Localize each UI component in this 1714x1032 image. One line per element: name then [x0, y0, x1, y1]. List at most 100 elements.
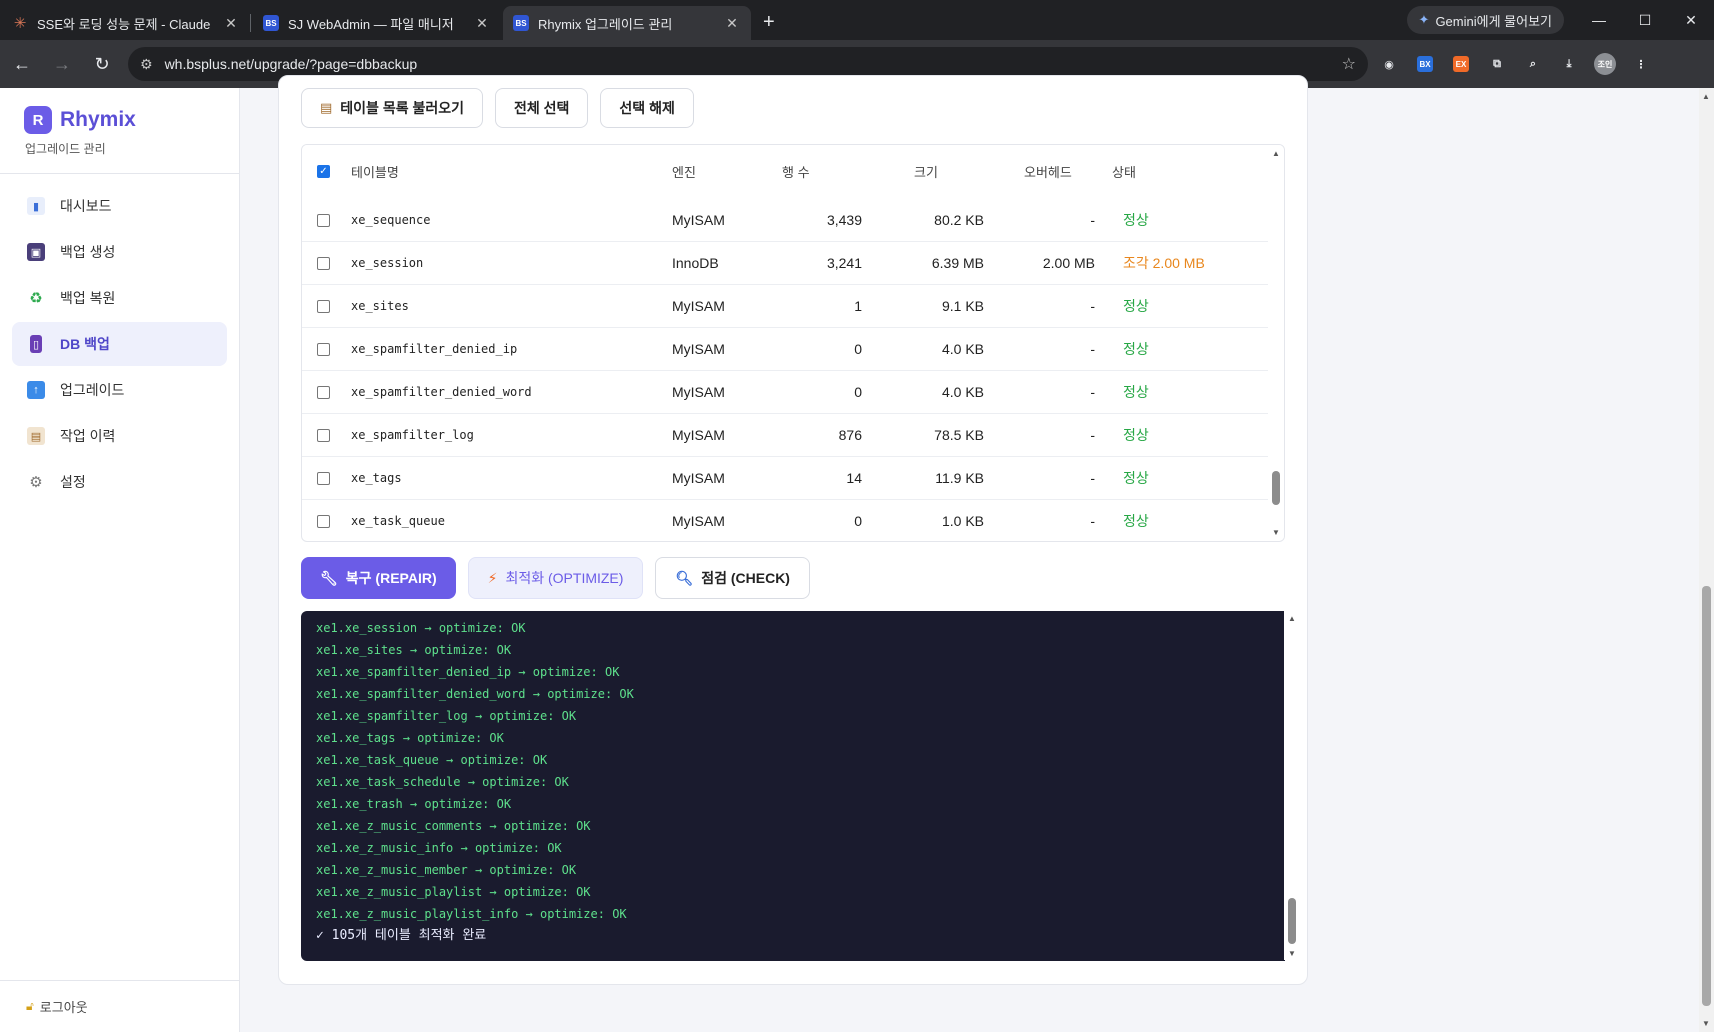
cell-overhead: - [1090, 513, 1095, 529]
browser-tab-rhymix[interactable]: BS Rhymix 업그레이드 관리 ✕ [503, 6, 751, 40]
log-line: xe1.xe_trash → optimize: OK [316, 797, 512, 811]
log-line: xe1.xe_sites → optimize: OK [316, 643, 512, 657]
scroll-thumb[interactable] [1288, 898, 1296, 944]
gemini-button[interactable]: ✦ Gemini에게 물어보기 [1406, 6, 1564, 34]
optimize-button[interactable]: ⚡︎ 최적화 (OPTIMIZE) [467, 557, 644, 599]
scroll-thumb[interactable] [1272, 471, 1280, 505]
cell-name: xe_sequence [351, 213, 431, 227]
row-checkbox[interactable] [317, 385, 330, 399]
unlock-icon: 🔓︎ [26, 999, 34, 1013]
cell-name: xe_session [351, 256, 424, 270]
scroll-thumb[interactable] [1702, 586, 1711, 1006]
cell-engine: MyISAM [672, 341, 725, 357]
deselect-button[interactable]: 선택 해제 [600, 88, 694, 128]
row-checkbox[interactable] [317, 342, 330, 356]
maximize-icon[interactable]: ☐ [1622, 0, 1668, 40]
row-checkbox[interactable] [317, 213, 330, 227]
extension-owl-icon[interactable]: ◉ [1374, 49, 1404, 79]
tab-title: Rhymix 업그레이드 관리 [538, 16, 673, 32]
log-line: xe1.xe_session → optimize: OK [316, 621, 526, 635]
browser-menu-icon[interactable]: ⋮ [1626, 49, 1656, 79]
select-all-button[interactable]: 전체 선택 [495, 88, 589, 128]
tab-title: SJ WebAdmin — 파일 매니저 [288, 16, 454, 32]
table-row: xe_tags MyISAM 14 11.9 KB - 정상 [302, 457, 1270, 500]
cell-overhead: - [1090, 212, 1095, 228]
cell-size: 9.1 KB [941, 298, 984, 314]
sidebar-item-history[interactable]: ▤ 작업 이력 [12, 414, 227, 458]
check-button[interactable]: 🔍︎ 점검 (CHECK) [655, 557, 810, 599]
log-summary: ✓ 105개 테이블 최적화 완료 [316, 928, 487, 943]
cell-engine: InnoDB [672, 255, 719, 271]
console-scrollbar[interactable]: ▲ ▼ [1284, 610, 1300, 960]
database-icon: ▯ [30, 335, 42, 353]
browser-tab-webadmin[interactable]: BS SJ WebAdmin — 파일 매니저 ✕ [253, 6, 501, 40]
sidebar-item-settings[interactable]: ⚙ 설정 [12, 460, 227, 504]
sidebar-item-backup-create[interactable]: ▣ 백업 생성 [12, 230, 227, 274]
claude-icon: ✳ [13, 15, 27, 32]
window-close-icon[interactable]: ✕ [1668, 0, 1714, 40]
profile-avatar[interactable]: 조인 [1590, 49, 1620, 79]
select-all-checkbox[interactable]: ✓ [317, 164, 330, 178]
download-icon[interactable]: ⤓ [1554, 49, 1584, 79]
scroll-up-icon[interactable]: ▲ [1702, 92, 1710, 101]
back-icon[interactable]: ← [4, 46, 40, 82]
scroll-down-icon[interactable]: ▼ [1288, 949, 1296, 958]
sidebar-item-label: 백업 복원 [60, 290, 116, 306]
forward-icon[interactable]: → [44, 46, 80, 82]
row-checkbox[interactable] [317, 299, 330, 313]
table-scrollbar[interactable]: ▲ ▼ [1268, 145, 1284, 541]
row-checkbox[interactable] [317, 428, 330, 442]
extension-ex-icon[interactable]: EX [1446, 49, 1476, 79]
load-tables-button[interactable]: ▤ 테이블 목록 불러오기 [301, 88, 483, 128]
log-line: xe1.xe_tags → optimize: OK [316, 731, 504, 745]
browser-tab-claude[interactable]: ✳ SSE와 로딩 성능 문제 - Claude ✕ [2, 6, 250, 40]
sidebar-item-db-backup[interactable]: ▯ DB 백업 [12, 322, 227, 366]
log-line: xe1.xe_spamfilter_log → optimize: OK [316, 709, 577, 723]
url-text: wh.bsplus.net/upgrade/?page=dbbackup [164, 56, 418, 72]
browser-tab-strip: ✳ SSE와 로딩 성능 문제 - Claude ✕ BS SJ WebAdmi… [0, 0, 1714, 40]
scroll-up-icon[interactable]: ▲ [1272, 149, 1280, 158]
scroll-down-icon[interactable]: ▼ [1702, 1019, 1710, 1028]
cell-size: 11.9 KB [935, 470, 984, 486]
scroll-up-icon[interactable]: ▲ [1288, 614, 1296, 623]
row-checkbox[interactable] [317, 256, 330, 270]
brand: R Rhymix 업그레이드 관리 [0, 88, 239, 157]
site-info-icon[interactable]: ⚙ [140, 56, 153, 73]
close-icon[interactable]: ✕ [473, 15, 491, 32]
row-checkbox[interactable] [317, 471, 330, 485]
table-row: xe_spamfilter_denied_word MyISAM 0 4.0 K… [302, 371, 1270, 414]
page-scrollbar[interactable]: ▲ ▼ [1699, 88, 1714, 1032]
brand-subtitle: 업그레이드 관리 [25, 142, 106, 156]
extensions-puzzle-icon[interactable]: ⧉ [1482, 49, 1512, 79]
table-toolbar: ▤ 테이블 목록 불러오기 전체 선택 선택 해제 [301, 88, 694, 128]
gemini-icon: ✦ [1418, 12, 1430, 27]
cell-name: xe_tags [351, 471, 402, 485]
status-badge: 정상 [1123, 384, 1149, 400]
log-line: xe1.xe_task_schedule → optimize: OK [316, 775, 569, 789]
table-row: xe_sequence MyISAM 3,439 80.2 KB - 정상 [302, 199, 1270, 242]
sidebar-item-dashboard[interactable]: ▮ 대시보드 [12, 184, 227, 228]
reload-icon[interactable]: ↻ [84, 46, 120, 82]
bookmark-star-icon[interactable]: ☆ [1342, 54, 1356, 74]
row-checkbox[interactable] [317, 514, 330, 528]
repair-button[interactable]: 🔧︎ 복구 (REPAIR) [301, 557, 456, 599]
cell-engine: MyISAM [672, 427, 725, 443]
table-row: xe_session InnoDB 3,241 6.39 MB 2.00 MB … [302, 242, 1270, 285]
sidebar-item-upgrade[interactable]: ↑ 업그레이드 [12, 368, 227, 412]
minimize-icon[interactable]: — [1576, 0, 1622, 40]
logout-link[interactable]: 🔓︎ 로그아웃 [0, 980, 240, 1032]
header-overhead: 오버헤드 [1024, 164, 1072, 180]
tab-search-icon[interactable]: ⌕ [1518, 49, 1548, 79]
extension-bx-icon[interactable]: BX [1410, 49, 1440, 79]
cell-rows: 0 [854, 384, 862, 400]
sidebar-item-backup-restore[interactable]: ♻ 백업 복원 [12, 276, 227, 320]
sidebar-item-label: 설정 [60, 474, 86, 490]
close-icon[interactable]: ✕ [222, 15, 240, 32]
new-tab-icon[interactable]: + [751, 11, 787, 40]
cell-rows: 0 [854, 341, 862, 357]
sidebar-item-label: 작업 이력 [60, 428, 116, 444]
cell-size: 1.0 KB [941, 513, 984, 529]
close-icon[interactable]: ✕ [723, 15, 741, 32]
scroll-down-icon[interactable]: ▼ [1272, 528, 1280, 537]
cell-overhead: - [1090, 470, 1095, 486]
